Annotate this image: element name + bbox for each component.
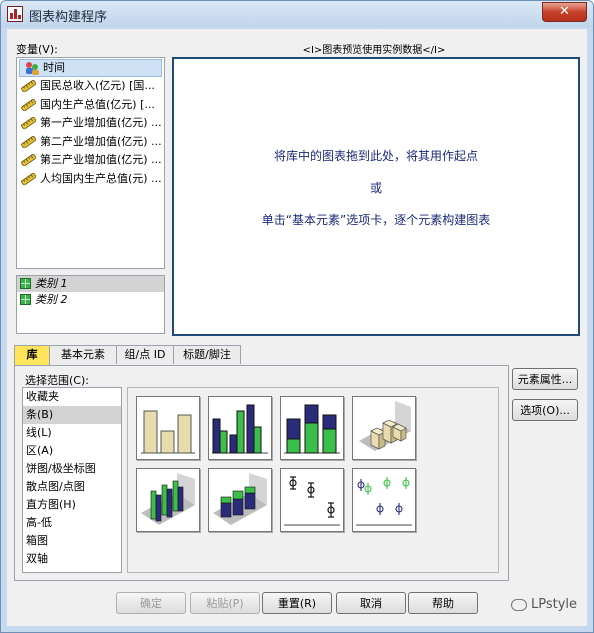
chart-type-item[interactable]: 散点图/点图 [23, 478, 121, 496]
tab-basic-elements[interactable]: 基本元素 [49, 345, 117, 364]
category-item[interactable]: 类别 2 [17, 292, 164, 308]
scale-ruler-icon [20, 97, 37, 112]
tab-group-point-id[interactable]: 组/点 ID [116, 345, 174, 364]
scale-ruler-icon [20, 116, 37, 131]
close-button[interactable]: ✕ [542, 2, 587, 22]
scale-ruler-icon [20, 134, 37, 149]
choose-from-label: 选择范围(C): [25, 374, 89, 387]
scale-ruler-icon [20, 171, 37, 186]
category-item[interactable]: 类别 1 [17, 276, 164, 292]
chart-preview-canvas[interactable]: 将库中的图表拖到此处，将其用作起点 或 单击“基本元素”选项卡，逐个元素构建图表 [172, 57, 580, 336]
variable-label: 国民总收入(亿元) [国... [40, 79, 155, 92]
variable-item[interactable]: 人均国内生产总值(元) ... [17, 170, 164, 189]
variable-label: 国内生产总值(亿元) [... [40, 97, 155, 111]
or-text: 或 [369, 181, 382, 195]
variable-label: 时间 [43, 61, 65, 74]
nominal-person-icon [24, 61, 40, 75]
categories-list[interactable]: 类别 1 类别 2 [16, 275, 165, 334]
reset-button[interactable]: 重置(R) [262, 592, 332, 614]
chart-type-item[interactable]: 双轴 [23, 550, 121, 568]
simple-bar-chart-icon[interactable] [136, 396, 200, 460]
scale-ruler-icon [20, 79, 37, 94]
basic-elements-instruction-text: 单击“基本元素”选项卡，逐个元素构建图表 [261, 213, 491, 227]
title-bar[interactable]: 图表构建程序 ✕ [1, 1, 593, 27]
chart-type-item[interactable]: 箱图 [23, 532, 121, 550]
variable-item[interactable]: 国民总收入(亿元) [国... [17, 77, 164, 96]
variable-label: 第三产业增加值(亿元) ... [40, 153, 162, 166]
variable-item[interactable]: 国内生产总值(亿元) [... [17, 96, 164, 115]
variable-label: 第一产业增加值(亿元) ... [40, 116, 162, 129]
category-grid-icon [20, 278, 31, 289]
category-grid-icon [20, 294, 31, 305]
chart-type-item[interactable]: 收藏夹 [23, 388, 121, 406]
clustered-error-bar-chart-icon[interactable] [352, 468, 416, 532]
scale-ruler-icon [20, 153, 37, 168]
help-button[interactable]: 帮助 [408, 592, 478, 614]
chart-type-item[interactable]: 高-低 [23, 514, 121, 532]
chart-type-item[interactable]: 条(B) [23, 406, 121, 424]
3d-stacked-bar-chart-icon[interactable] [208, 468, 272, 532]
tab-gallery[interactable]: 库 [14, 345, 50, 366]
variable-item[interactable]: 第三产业增加值(亿元) ... [17, 151, 164, 170]
chart-type-item[interactable]: 线(L) [23, 424, 121, 442]
wechat-icon [510, 598, 527, 611]
options-button[interactable]: 选项(O)... [512, 399, 578, 421]
preview-header: <I>图表预览使用实例数据</I> [302, 45, 446, 56]
chart-type-item[interactable]: 饼图/极坐标图 [23, 460, 121, 478]
cancel-button[interactable]: 取消 [336, 592, 406, 614]
chart-gallery-thumbnails [127, 387, 499, 573]
variable-label: 人均国内生产总值(元) ... [40, 171, 162, 185]
watermark: LPstyle [510, 597, 577, 612]
watermark-text: LPstyle [530, 597, 577, 612]
error-bar-chart-icon[interactable] [280, 468, 344, 532]
variable-item[interactable]: 第二产业增加值(亿元) ... [17, 133, 164, 152]
chart-type-item[interactable]: 直方图(H) [23, 496, 121, 514]
3d-bar-chart-icon[interactable] [352, 396, 416, 460]
chart-builder-app-icon [7, 6, 23, 22]
3d-clustered-bar-chart-icon[interactable] [136, 468, 200, 532]
ok-button[interactable]: 确定 [116, 592, 186, 614]
paste-button[interactable]: 粘贴(P) [190, 592, 260, 614]
chart-type-item[interactable]: 区(A) [23, 442, 121, 460]
tab-titles-footnotes[interactable]: 标题/脚注 [173, 345, 241, 364]
clustered-bar-chart-icon[interactable] [208, 396, 272, 460]
choose-from-list[interactable]: 收藏夹 条(B) 线(L) 区(A) 饼图/极坐标图 散点图/点图 直方图(H) 高-低 箱图双… [22, 387, 122, 573]
dialog-body: 变量(V): 时间国民总收入(亿元) [国... 国内生产总值(亿元) [... 第… [7, 29, 587, 626]
category-label: 类别 1 [35, 277, 68, 290]
chart-builder-window: 图表构建程序 ✕ 变量(V): 时间国民总收入(亿元) [国... 国内生产总值(… [0, 0, 594, 633]
variables-label: 变量(V): [16, 43, 58, 56]
window-title: 图表构建程序 [29, 10, 108, 25]
drop-instruction-text: 将库中的图表拖到此处，将其用作起点 [273, 149, 478, 163]
variable-label: 第二产业增加值(亿元) ... [40, 134, 162, 148]
variables-list[interactable]: 时间国民总收入(亿元) [国... 国内生产总值(亿元) [... 第一产业增加值(… [16, 57, 165, 269]
variable-item[interactable]: 时间 [19, 59, 162, 77]
variable-item[interactable]: 第一产业增加值(亿元) ... [17, 114, 164, 133]
element-properties-button[interactable]: 元素属性... [512, 368, 578, 390]
stacked-bar-chart-icon[interactable] [280, 396, 344, 460]
category-label: 类别 2 [35, 293, 68, 306]
